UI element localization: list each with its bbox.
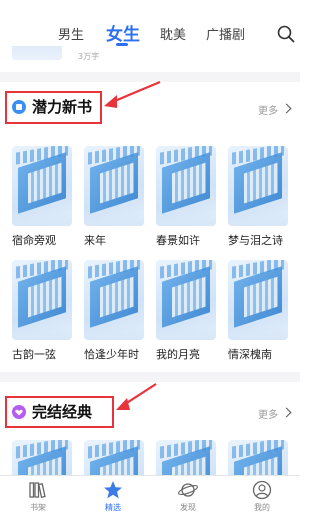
nav-profile[interactable]: 我的 (237, 480, 287, 513)
nav-label: 我的 (254, 503, 270, 512)
search-icon[interactable] (276, 24, 296, 44)
highlight-box (5, 396, 114, 428)
book-cover (12, 46, 62, 60)
bookshelf-icon (27, 480, 49, 500)
book-cover[interactable] (12, 146, 72, 226)
book-cover[interactable] (228, 146, 288, 226)
book-cover[interactable] (156, 146, 216, 226)
tab-male[interactable]: 男生 (58, 24, 84, 43)
star-icon (102, 480, 124, 500)
book-title: 宿命旁观 (12, 234, 56, 247)
book-card[interactable]: 宿命旁观 (12, 146, 72, 248)
previous-content-peek (0, 46, 300, 66)
book-title: 古韵一弦 (12, 348, 56, 361)
book-card[interactable]: 我的月亮 (156, 260, 216, 362)
book-cover[interactable] (12, 260, 72, 340)
book-card[interactable]: 情深槐南 (228, 260, 288, 362)
more-link[interactable]: 更多 (258, 102, 278, 117)
nav-label: 书架 (30, 503, 46, 512)
tab-danmei[interactable]: 耽美 (160, 24, 186, 43)
profile-icon (251, 480, 273, 500)
book-card[interactable]: 梦与泪之诗 (228, 146, 288, 248)
book-title: 情深槐南 (228, 348, 272, 361)
nav-discover[interactable]: 发现 (163, 480, 213, 513)
tab-radio-drama[interactable]: 广播剧 (206, 24, 245, 43)
book-card[interactable]: 古韵一弦 (12, 260, 72, 362)
book-cover[interactable] (84, 146, 144, 226)
more-link[interactable]: 更多 (258, 406, 278, 421)
book-title: 春景如许 (156, 234, 200, 247)
book-title: 来年 (84, 234, 106, 247)
section-divider (0, 72, 300, 82)
book-title: 恰逢少年时 (84, 348, 139, 361)
nav-featured[interactable]: 精选 (88, 480, 138, 513)
nav-bookshelf[interactable]: 书架 (13, 480, 63, 513)
book-card[interactable]: 来年 (84, 146, 144, 248)
planet-icon (177, 480, 199, 500)
nav-label: 发现 (180, 503, 196, 512)
word-count-text: 3万字 (78, 52, 100, 61)
chevron-right-icon[interactable] (281, 103, 292, 114)
chevron-right-icon[interactable] (281, 407, 292, 418)
book-cover[interactable] (156, 260, 216, 340)
bottom-nav: 书架 精选 发现 我的 (0, 475, 300, 515)
book-card[interactable]: 春景如许 (156, 146, 216, 248)
book-card[interactable]: 恰逢少年时 (84, 260, 144, 362)
book-cover[interactable] (84, 260, 144, 340)
book-title: 我的月亮 (156, 348, 200, 361)
tab-female[interactable]: 女生 (106, 20, 140, 45)
highlight-box (5, 91, 102, 124)
book-title: 梦与泪之诗 (228, 234, 283, 247)
book-cover[interactable] (228, 260, 288, 340)
top-tab-bar: 男生 女生 耽美 广播剧 (0, 0, 300, 52)
nav-label: 精选 (105, 503, 121, 512)
section-divider (0, 372, 300, 382)
